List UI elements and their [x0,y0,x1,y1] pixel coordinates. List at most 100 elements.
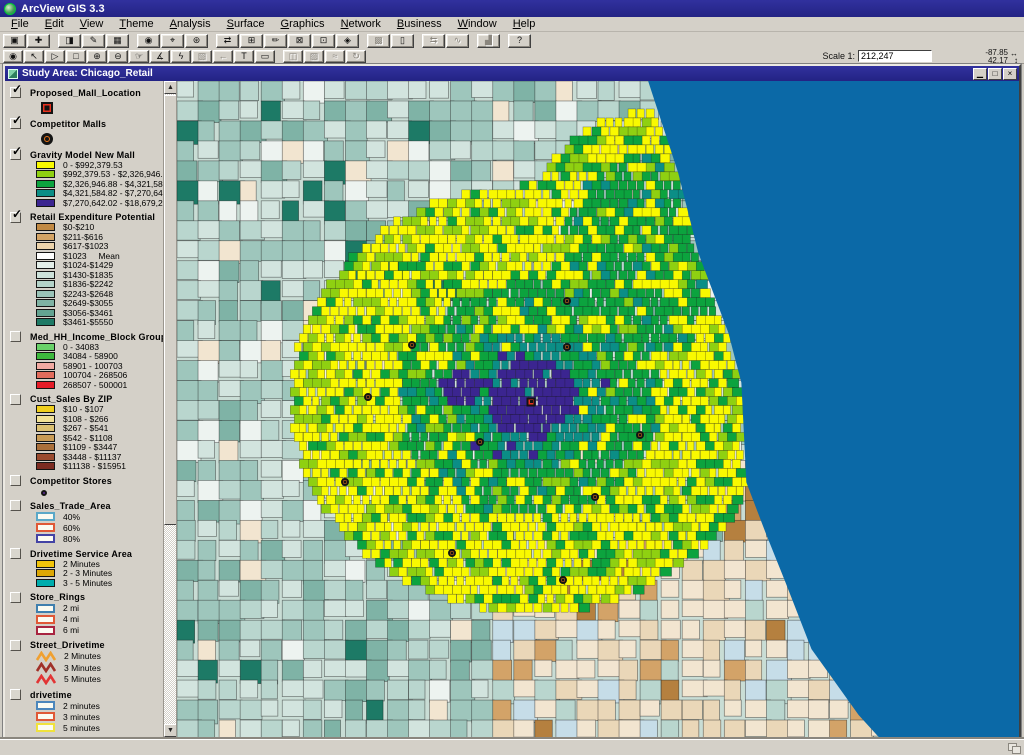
menu-edit[interactable]: Edit [37,18,72,30]
legend-scrollbar[interactable]: ▲ ▼ [163,81,176,737]
menu-analysis[interactable]: Analysis [162,18,219,30]
zoom-full-extent-button[interactable]: ⊠ [288,34,311,48]
maximize-button[interactable]: □ [988,68,1002,80]
legend-class-row: $3461-$5550 [36,318,163,328]
outline-swatch [36,615,55,624]
legend-class-label: 6 mi [63,625,79,635]
layer-name[interactable]: Med_HH_Income_Block Groups [30,332,163,342]
map-view[interactable] [177,81,1019,737]
minimize-button[interactable]: ▁ [973,68,987,80]
clear-selection-button[interactable]: ✏ [264,34,287,48]
layer-checkbox-drivetime[interactable] [10,689,21,700]
layer-checkbox-street-drivetime[interactable] [10,640,21,651]
histogram-button: ▟ [477,34,500,48]
legend-class-label: $267 - $541 [63,423,108,433]
study-area-title-bar[interactable]: Study Area: Chicago_Retail ▁□× [5,66,1019,81]
layer-name[interactable]: Store_Rings [30,592,85,602]
menu-theme[interactable]: Theme [111,18,161,30]
competitor-mall-marker[interactable] [408,341,416,349]
layer-checkbox-retail-expenditure-potential[interactable]: ✓ [10,212,21,223]
menu-surface[interactable]: Surface [219,18,273,30]
competitor-mall-marker[interactable] [341,478,349,486]
competitor-mall-marker[interactable] [448,549,456,557]
locate-address-button[interactable]: ⌖ [161,34,184,48]
zoom-selected-button[interactable]: ◈ [336,34,359,48]
menu-network[interactable]: Network [333,18,389,30]
layer-name[interactable]: Competitor Malls [30,119,106,129]
competitor-mall-marker[interactable] [476,438,484,446]
layer-checkbox-drivetime-service-area[interactable] [10,548,21,559]
legend-class-label: $3461-$5550 [63,317,113,327]
zoom-active-theme-button[interactable]: ⊡ [312,34,335,48]
layer-checkbox-store-rings[interactable] [10,592,21,603]
competitor-mall-marker[interactable] [591,493,599,501]
hotlink-tool[interactable]: ϟ [171,50,191,63]
layer-name[interactable]: Retail Expenditure Potential [30,212,155,222]
layer-checkbox-proposed-mall-location[interactable]: ✓ [10,87,21,98]
close-button[interactable]: × [1003,68,1017,80]
competitor-mall-marker[interactable] [559,576,567,584]
competitor-mall-marker[interactable] [364,393,372,401]
menu-file[interactable]: File [3,18,37,30]
layer-name[interactable]: Street_Drivetime [30,640,105,650]
text-tool[interactable]: T [234,50,254,63]
select-by-graphic-button-icon: ⊞ [248,35,256,46]
select-by-theme-button[interactable]: ⇄ [216,34,239,48]
find-button[interactable]: ◉ [137,34,160,48]
layer-name[interactable]: Competitor Stores [30,476,112,486]
save-project-button[interactable]: ▣ [3,34,26,48]
layer-name[interactable]: Cust_Sales By ZIP [30,394,112,404]
menu-window[interactable]: Window [450,18,505,30]
layer-checkbox-cust-sales-by-zip[interactable] [10,394,21,405]
zoom-in-tool[interactable]: ⊕ [87,50,107,63]
menu-business[interactable]: Business [389,18,450,30]
identify-tool[interactable]: ◉ [3,50,23,63]
scroll-down-button[interactable]: ▼ [164,724,177,737]
scale-input[interactable] [858,50,932,62]
edit-legend-button[interactable]: ✎ [82,34,105,48]
layer-name[interactable]: Gravity Model New Mall [30,150,135,160]
select-by-graphic-button[interactable]: ⊞ [240,34,263,48]
competitor-mall-marker[interactable] [636,431,644,439]
competitor-mall-marker[interactable] [563,343,571,351]
layer-name[interactable]: Proposed_Mall_Location [30,88,141,98]
circle-point-symbol [41,133,53,145]
layer-checkbox-gravity-model-new-mall[interactable]: ✓ [10,149,21,160]
layer-checkbox-med-hh-income-block-groups[interactable] [10,331,21,342]
legend-class-label: $1430-$1835 [63,270,113,280]
layer-symbol-row [41,102,163,114]
layout-button[interactable]: ▯ [391,34,414,48]
layer-checkbox-competitor-malls[interactable]: ✓ [10,118,21,129]
legend-panel-content: ✓ Proposed_Mall_Location ✓ Competitor Malls… [5,81,163,737]
add-theme-button[interactable]: ✚ [27,34,50,48]
measure-tool[interactable]: ∡ [150,50,170,63]
legend-class-row: $108 - $266 [36,414,163,424]
legend-class-label: $617-$1023 [63,241,108,251]
menu-view[interactable]: View [72,18,112,30]
layer-checkbox-competitor-stores[interactable] [10,475,21,486]
draw-rectangle-tool[interactable]: ▭ [255,50,275,63]
layer-name[interactable]: Sales_Trade_Area [30,501,111,511]
link-button: ⇆ [422,34,445,48]
fill-swatch [36,415,55,423]
scrollbar-thumb[interactable] [164,95,177,525]
vertex-edit-tool[interactable]: ▷ [45,50,65,63]
query-builder-button[interactable]: ⊛ [185,34,208,48]
zoom-out-tool[interactable]: ⊖ [108,50,128,63]
theme-properties-button[interactable]: ◨ [58,34,81,48]
layer-name[interactable]: Drivetime Service Area [30,549,132,559]
layer-checkbox-sales-trade-area[interactable] [10,500,21,511]
competitor-mall-marker[interactable] [563,297,571,305]
layer-name[interactable]: drivetime [30,690,72,700]
select-feature-tool[interactable]: □ [66,50,86,63]
scroll-up-button[interactable]: ▲ [164,81,177,94]
help-pointer-button[interactable]: ? [508,34,531,48]
menu-graphics[interactable]: Graphics [273,18,333,30]
open-theme-table-button[interactable]: ▦ [106,34,129,48]
pointer-tool[interactable]: ↖ [24,50,44,63]
coordinate-readout: -87.85 42.17 ↔ ↕ [985,49,1018,64]
menu-help[interactable]: Help [505,18,544,30]
proposed-mall-marker[interactable] [527,397,536,406]
pan-tool[interactable]: ☞ [129,50,149,63]
resize-grip[interactable] [1008,743,1020,752]
